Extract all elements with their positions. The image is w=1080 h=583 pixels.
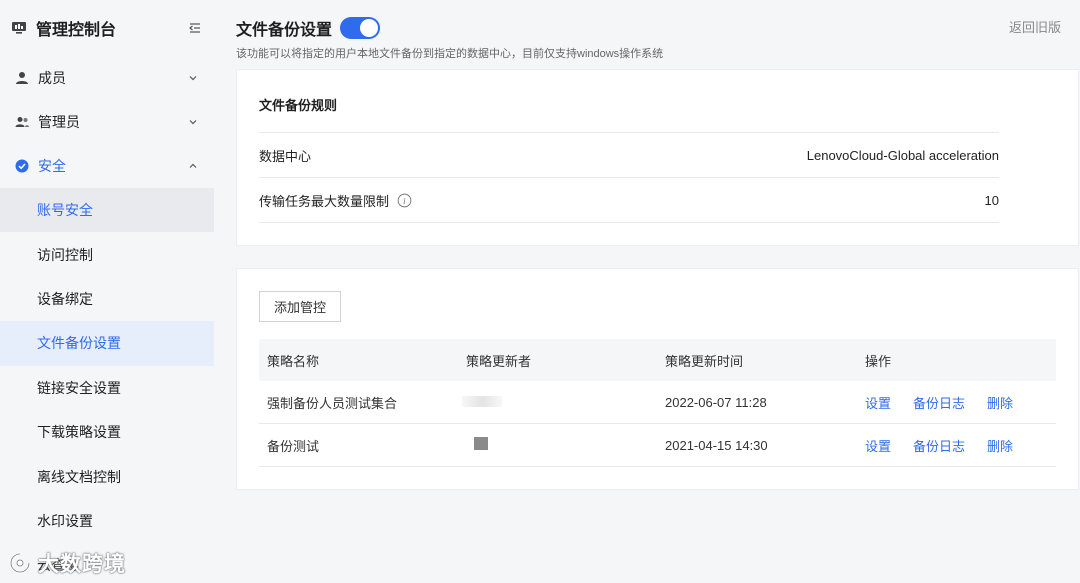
nav-group-label: 成员: [38, 70, 66, 86]
watermark-text: 大数跨境: [38, 553, 126, 576]
delete-link[interactable]: 删除: [987, 436, 1013, 455]
sidebar: 管理控制台 成员 管理员 安全 账号安全 访问控制 设备绑定 文件备份设置 链接…: [0, 0, 214, 583]
sidebar-item-watermark[interactable]: 水印设置: [0, 499, 214, 543]
page-title: 文件备份设置: [236, 22, 333, 39]
svg-text:i: i: [403, 195, 406, 205]
sidebar-item-download-policy[interactable]: 下载策略设置: [0, 410, 214, 454]
settings-link[interactable]: 设置: [865, 436, 891, 455]
rule-row-datacenter: 数据中心 LenovoCloud-Global acceleration: [259, 132, 999, 177]
nav-group-admins[interactable]: 管理员: [0, 100, 214, 144]
backup-toggle[interactable]: [340, 17, 381, 39]
policy-updater: [458, 395, 657, 410]
sidebar-item-offline-docs[interactable]: 离线文档控制: [0, 454, 214, 498]
sidebar-item-link-security[interactable]: 链接安全设置: [0, 366, 214, 410]
toggle-knob: [360, 19, 379, 37]
column-header-name: 策略名称: [267, 353, 320, 369]
page-description: 该功能可以将指定的用户本地文件备份到指定的数据中心，目前仅支持windows操作…: [236, 48, 664, 60]
add-control-button[interactable]: 添加管控: [259, 291, 341, 322]
policy-updated-time: 2021-04-15 14:30: [665, 437, 768, 453]
policy-actions: 设置 备份日志 删除: [857, 436, 1056, 455]
users-icon: [15, 117, 29, 127]
sidebar-item-file-backup[interactable]: 文件备份设置: [0, 321, 214, 366]
sidebar-item-account-security[interactable]: 账号安全: [0, 188, 214, 233]
column-header-updater: 策略更新者: [466, 353, 532, 369]
table-row: 强制备份人员测试集合 2022-06-07 11:28 设置 备份日志 删除: [259, 381, 1056, 424]
brand-header: 管理控制台: [0, 0, 214, 56]
policy-updated-time: 2022-06-07 11:28: [665, 394, 767, 410]
policy-updater: [458, 437, 657, 453]
chevron-down-icon: [189, 120, 197, 125]
column-header-actions: 操作: [865, 353, 892, 369]
policy-name: 备份测试: [267, 438, 320, 454]
rule-label-text: 传输任务最大数量限制: [259, 193, 390, 209]
redacted-updater: [462, 395, 502, 407]
nav-group-members[interactable]: 成员: [0, 56, 214, 100]
nav-group-security[interactable]: 安全: [0, 144, 214, 188]
policies-table: 策略名称 策略更新者 策略更新时间 操作 强制备份人员测试集合 2022-06-…: [259, 339, 1056, 467]
rules-title: 文件备份规则: [259, 98, 338, 113]
monitor-icon: [12, 22, 26, 34]
table-header: 策略名称 策略更新者 策略更新时间 操作: [259, 339, 1056, 381]
chevron-down-icon: [189, 76, 197, 81]
collapse-menu-icon[interactable]: [188, 21, 202, 35]
nav-group-label: 管理员: [38, 114, 80, 130]
column-header-updated-time: 策略更新时间: [665, 353, 744, 369]
app-title: 管理控制台: [36, 22, 117, 39]
watermark: 大数跨境: [8, 548, 126, 578]
divider: [259, 222, 999, 223]
back-to-old-version-link[interactable]: 返回旧版: [1009, 17, 1061, 36]
backup-rules-card: 文件备份规则 数据中心 LenovoCloud-Global accelerat…: [236, 69, 1079, 246]
rule-label: 传输任务最大数量限制 i: [259, 191, 985, 210]
page-header: 文件备份设置: [236, 16, 381, 40]
rule-value: 10: [984, 192, 999, 208]
rule-label-text: 数据中心: [259, 148, 312, 164]
info-icon[interactable]: i: [397, 193, 412, 208]
sidebar-item-access-control[interactable]: 访问控制: [0, 232, 214, 276]
policy-name: 强制备份人员测试集合: [267, 395, 398, 411]
user-icon: [16, 72, 28, 84]
delete-link[interactable]: 删除: [987, 393, 1013, 412]
chevron-up-icon: [189, 163, 197, 168]
backup-log-link[interactable]: 备份日志: [913, 393, 965, 412]
redacted-updater: [474, 437, 488, 450]
watermark-logo-icon: [9, 552, 31, 574]
settings-link[interactable]: 设置: [865, 393, 891, 412]
nav-group-label: 安全: [38, 158, 66, 174]
backup-log-link[interactable]: 备份日志: [913, 436, 965, 455]
rule-label: 数据中心: [259, 146, 807, 165]
sidebar-item-device-binding[interactable]: 设备绑定: [0, 277, 214, 321]
policies-card: 添加管控 策略名称 策略更新者 策略更新时间 操作 强制备份人员测试集合 202…: [236, 268, 1079, 490]
rule-value: LenovoCloud-Global acceleration: [806, 147, 999, 163]
shield-check-icon: [15, 159, 29, 173]
policy-actions: 设置 备份日志 删除: [857, 393, 1056, 412]
table-row: 备份测试 2021-04-15 14:30 设置 备份日志 删除: [259, 424, 1056, 467]
rule-row-max-tasks: 传输任务最大数量限制 i 10: [259, 177, 999, 222]
